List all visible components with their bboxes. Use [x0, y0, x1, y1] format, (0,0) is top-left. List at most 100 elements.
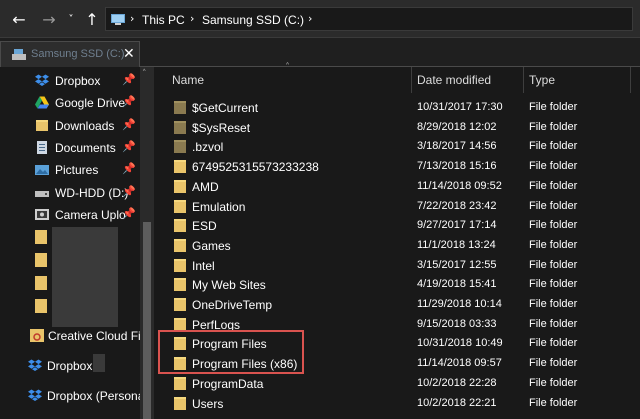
file-name: ProgramData: [192, 376, 264, 391]
pin-icon[interactable]: 📌: [122, 118, 136, 131]
breadcrumb-drive[interactable]: Samsung SSD (C:): [202, 13, 304, 27]
recent-locations-chevron-icon[interactable]: ˅: [65, 9, 77, 29]
forward-arrow-icon[interactable]: →: [40, 9, 58, 29]
sidebar-item-dropbox-personal[interactable]: Dropbox (Persona: [0, 385, 144, 407]
file-row[interactable]: PerfLogs 9/15/2018 03:33 File folder: [155, 314, 640, 334]
file-row[interactable]: AMD 11/14/2018 09:52 File folder: [155, 176, 640, 196]
sidebar-item-label: Creative Cloud Fil: [48, 329, 144, 343]
file-row[interactable]: ESD 9/27/2017 17:14 File folder: [155, 215, 640, 235]
folder-icon: [36, 120, 48, 131]
file-date-modified: 10/31/2018 10:49: [417, 337, 503, 350]
file-row[interactable]: My Web Sites 4/19/2018 15:41 File folder: [155, 274, 640, 294]
pin-icon[interactable]: 📌: [122, 73, 136, 86]
redacted-area: [52, 227, 118, 327]
close-icon[interactable]: ✕: [123, 46, 135, 62]
file-name: 6749525315573233238: [192, 160, 319, 175]
file-date-modified: 10/2/2018 22:21: [417, 396, 497, 409]
file-row[interactable]: 6749525315573233238 7/13/2018 15:16 File f…: [155, 156, 640, 176]
file-type: File folder: [529, 101, 578, 113]
file-row[interactable]: Users 10/2/2018 22:21 File folder: [155, 393, 640, 413]
sidebar-item-label: Google Drive: [55, 96, 126, 110]
folder-icon: [174, 160, 186, 174]
file-row[interactable]: OneDriveTemp 11/29/2018 10:14 File folder: [155, 294, 640, 314]
tab-drive[interactable]: Samsung SSD (C:) ✕: [0, 41, 140, 67]
folder-icon[interactable]: [35, 253, 47, 267]
folder-icon: [174, 278, 186, 292]
google-drive-icon: [35, 96, 49, 109]
file-type: File folder: [529, 258, 578, 271]
breadcrumb-this-pc[interactable]: This PC: [142, 13, 185, 27]
file-name: Users: [192, 396, 224, 411]
pin-icon[interactable]: 📌: [122, 207, 136, 220]
column-header-type[interactable]: Type: [529, 73, 555, 87]
file-row[interactable]: ProgramData 10/2/2018 22:28 File folder: [155, 373, 640, 393]
sidebar-item-label: Dropbox: [55, 74, 101, 88]
folder-icon: [174, 219, 186, 233]
file-type: File folder: [529, 337, 578, 350]
file-name: PerfLogs: [192, 317, 241, 332]
file-row[interactable]: Emulation 7/22/2018 23:42 File folder: [155, 196, 640, 216]
drive-icon: [35, 191, 49, 197]
column-divider[interactable]: [630, 67, 631, 93]
sidebar-item-label: Downloads: [55, 119, 115, 133]
folder-icon: [174, 120, 186, 134]
file-name: $GetCurrent: [192, 101, 259, 115]
file-name: ESD: [192, 219, 217, 234]
sidebar-item-documents[interactable]: Documents 📌: [0, 137, 140, 159]
pin-icon[interactable]: 📌: [122, 140, 136, 153]
path-separator-icon: ›: [130, 12, 135, 25]
sidebar-item-dropbox[interactable]: Dropbox 📌: [0, 70, 140, 92]
folder-icon: [174, 376, 186, 390]
up-arrow-icon[interactable]: ↑: [84, 9, 100, 29]
file-name: OneDriveTemp: [192, 298, 273, 312]
file-name: Games: [192, 238, 231, 253]
scroll-up-icon[interactable]: ˄: [142, 69, 147, 79]
pin-icon[interactable]: 📌: [122, 185, 136, 198]
folder-icon: [174, 357, 186, 371]
file-type: File folder: [529, 298, 578, 310]
folder-icon: [174, 298, 186, 311]
file-name: AMD: [192, 179, 219, 194]
file-row[interactable]: Games 11/1/2018 13:24 File folder: [155, 235, 640, 255]
sidebar-item-label: Dropbox: [47, 359, 93, 373]
file-row[interactable]: Intel 3/15/2017 12:55 File folder: [155, 255, 640, 275]
pin-icon[interactable]: 📌: [122, 95, 136, 108]
file-row[interactable]: $SysReset 8/29/2018 12:02 File folder: [155, 117, 640, 137]
column-header-date-modified[interactable]: Date modified: [417, 73, 491, 87]
sidebar-item-dropbox-business[interactable]: Dropbox: [0, 355, 140, 377]
folder-icon: [174, 101, 186, 114]
folder-icon[interactable]: [35, 230, 47, 244]
sidebar-item-wd-hdd[interactable]: WD-HDD (D:) 📌: [0, 182, 140, 204]
folder-icon: [174, 258, 186, 272]
sidebar-item-creative-cloud[interactable]: Creative Cloud Fil: [0, 325, 144, 347]
sidebar-scrollbar-thumb[interactable]: [143, 222, 151, 419]
folder-icon: [174, 140, 186, 154]
file-date-modified: 10/2/2018 22:28: [417, 376, 497, 389]
sidebar-item-pictures[interactable]: Pictures 📌: [0, 159, 140, 181]
file-row[interactable]: .bzvol 3/18/2017 14:56 File folder: [155, 136, 640, 156]
pictures-icon: [35, 165, 49, 175]
file-name: My Web Sites: [192, 278, 266, 293]
path-box[interactable]: › This PC › Samsung SSD (C:) ›: [105, 7, 633, 31]
sidebar-item-downloads[interactable]: Downloads 📌: [0, 115, 140, 137]
file-type: File folder: [529, 120, 578, 133]
back-arrow-icon[interactable]: ←: [10, 9, 28, 29]
dropbox-icon: [28, 389, 42, 401]
file-name: Emulation: [192, 199, 246, 214]
file-name: Program Files: [192, 337, 267, 352]
file-row[interactable]: $GetCurrent 10/31/2017 17:30 File folder: [155, 97, 640, 117]
file-row[interactable]: Program Files 10/31/2018 10:49 File folder: [155, 333, 640, 353]
file-type: File folder: [529, 140, 578, 153]
column-divider[interactable]: [523, 67, 524, 93]
column-divider[interactable]: [411, 67, 412, 93]
file-date-modified: 7/13/2018 15:16: [417, 160, 497, 173]
folder-icon[interactable]: [35, 276, 47, 290]
file-name: .bzvol: [192, 140, 224, 155]
tab-bar: Samsung SSD (C:) ✕: [0, 38, 640, 67]
file-row[interactable]: Program Files (x86) 11/14/2018 09:57 File …: [155, 353, 640, 373]
column-header-name[interactable]: Name: [172, 73, 204, 87]
pin-icon[interactable]: 📌: [122, 162, 136, 175]
sidebar-item-camera-uploads[interactable]: Camera Uplo 📌: [0, 204, 140, 226]
folder-icon[interactable]: [35, 299, 47, 313]
sidebar-item-google-drive[interactable]: Google Drive 📌: [0, 92, 140, 114]
